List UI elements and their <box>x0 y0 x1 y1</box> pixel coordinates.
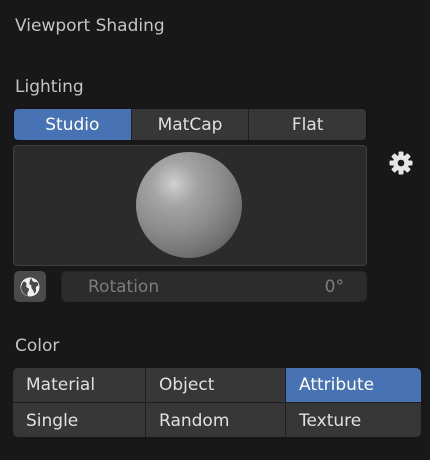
color-single-button[interactable]: Single <box>13 403 145 437</box>
lighting-matcap-button[interactable]: MatCap <box>131 109 250 140</box>
lighting-mode-selector: Studio MatCap Flat <box>13 108 367 141</box>
color-object-button[interactable]: Object <box>146 368 285 402</box>
rotation-label: Rotation <box>88 277 160 297</box>
rotation-value: 0° <box>324 277 344 297</box>
sphere-preview <box>136 152 242 258</box>
color-label: Color <box>15 336 60 356</box>
color-texture-button[interactable]: Texture <box>286 403 421 437</box>
gear-icon[interactable] <box>386 148 416 178</box>
studio-light-preview[interactable] <box>13 145 367 266</box>
panel-title: Viewport Shading <box>15 16 165 36</box>
color-random-button[interactable]: Random <box>146 403 285 437</box>
lighting-studio-button[interactable]: Studio <box>14 109 132 140</box>
world-icon <box>20 277 40 296</box>
lighting-label: Lighting <box>15 77 84 97</box>
color-material-button[interactable]: Material <box>13 368 145 402</box>
rotation-field[interactable]: Rotation 0° <box>61 271 367 302</box>
color-mode-grid: Material Object Attribute Single Random … <box>13 368 421 437</box>
lighting-flat-button[interactable]: Flat <box>249 109 366 140</box>
world-space-lighting-toggle[interactable] <box>14 271 46 302</box>
color-attribute-button[interactable]: Attribute <box>286 368 421 402</box>
